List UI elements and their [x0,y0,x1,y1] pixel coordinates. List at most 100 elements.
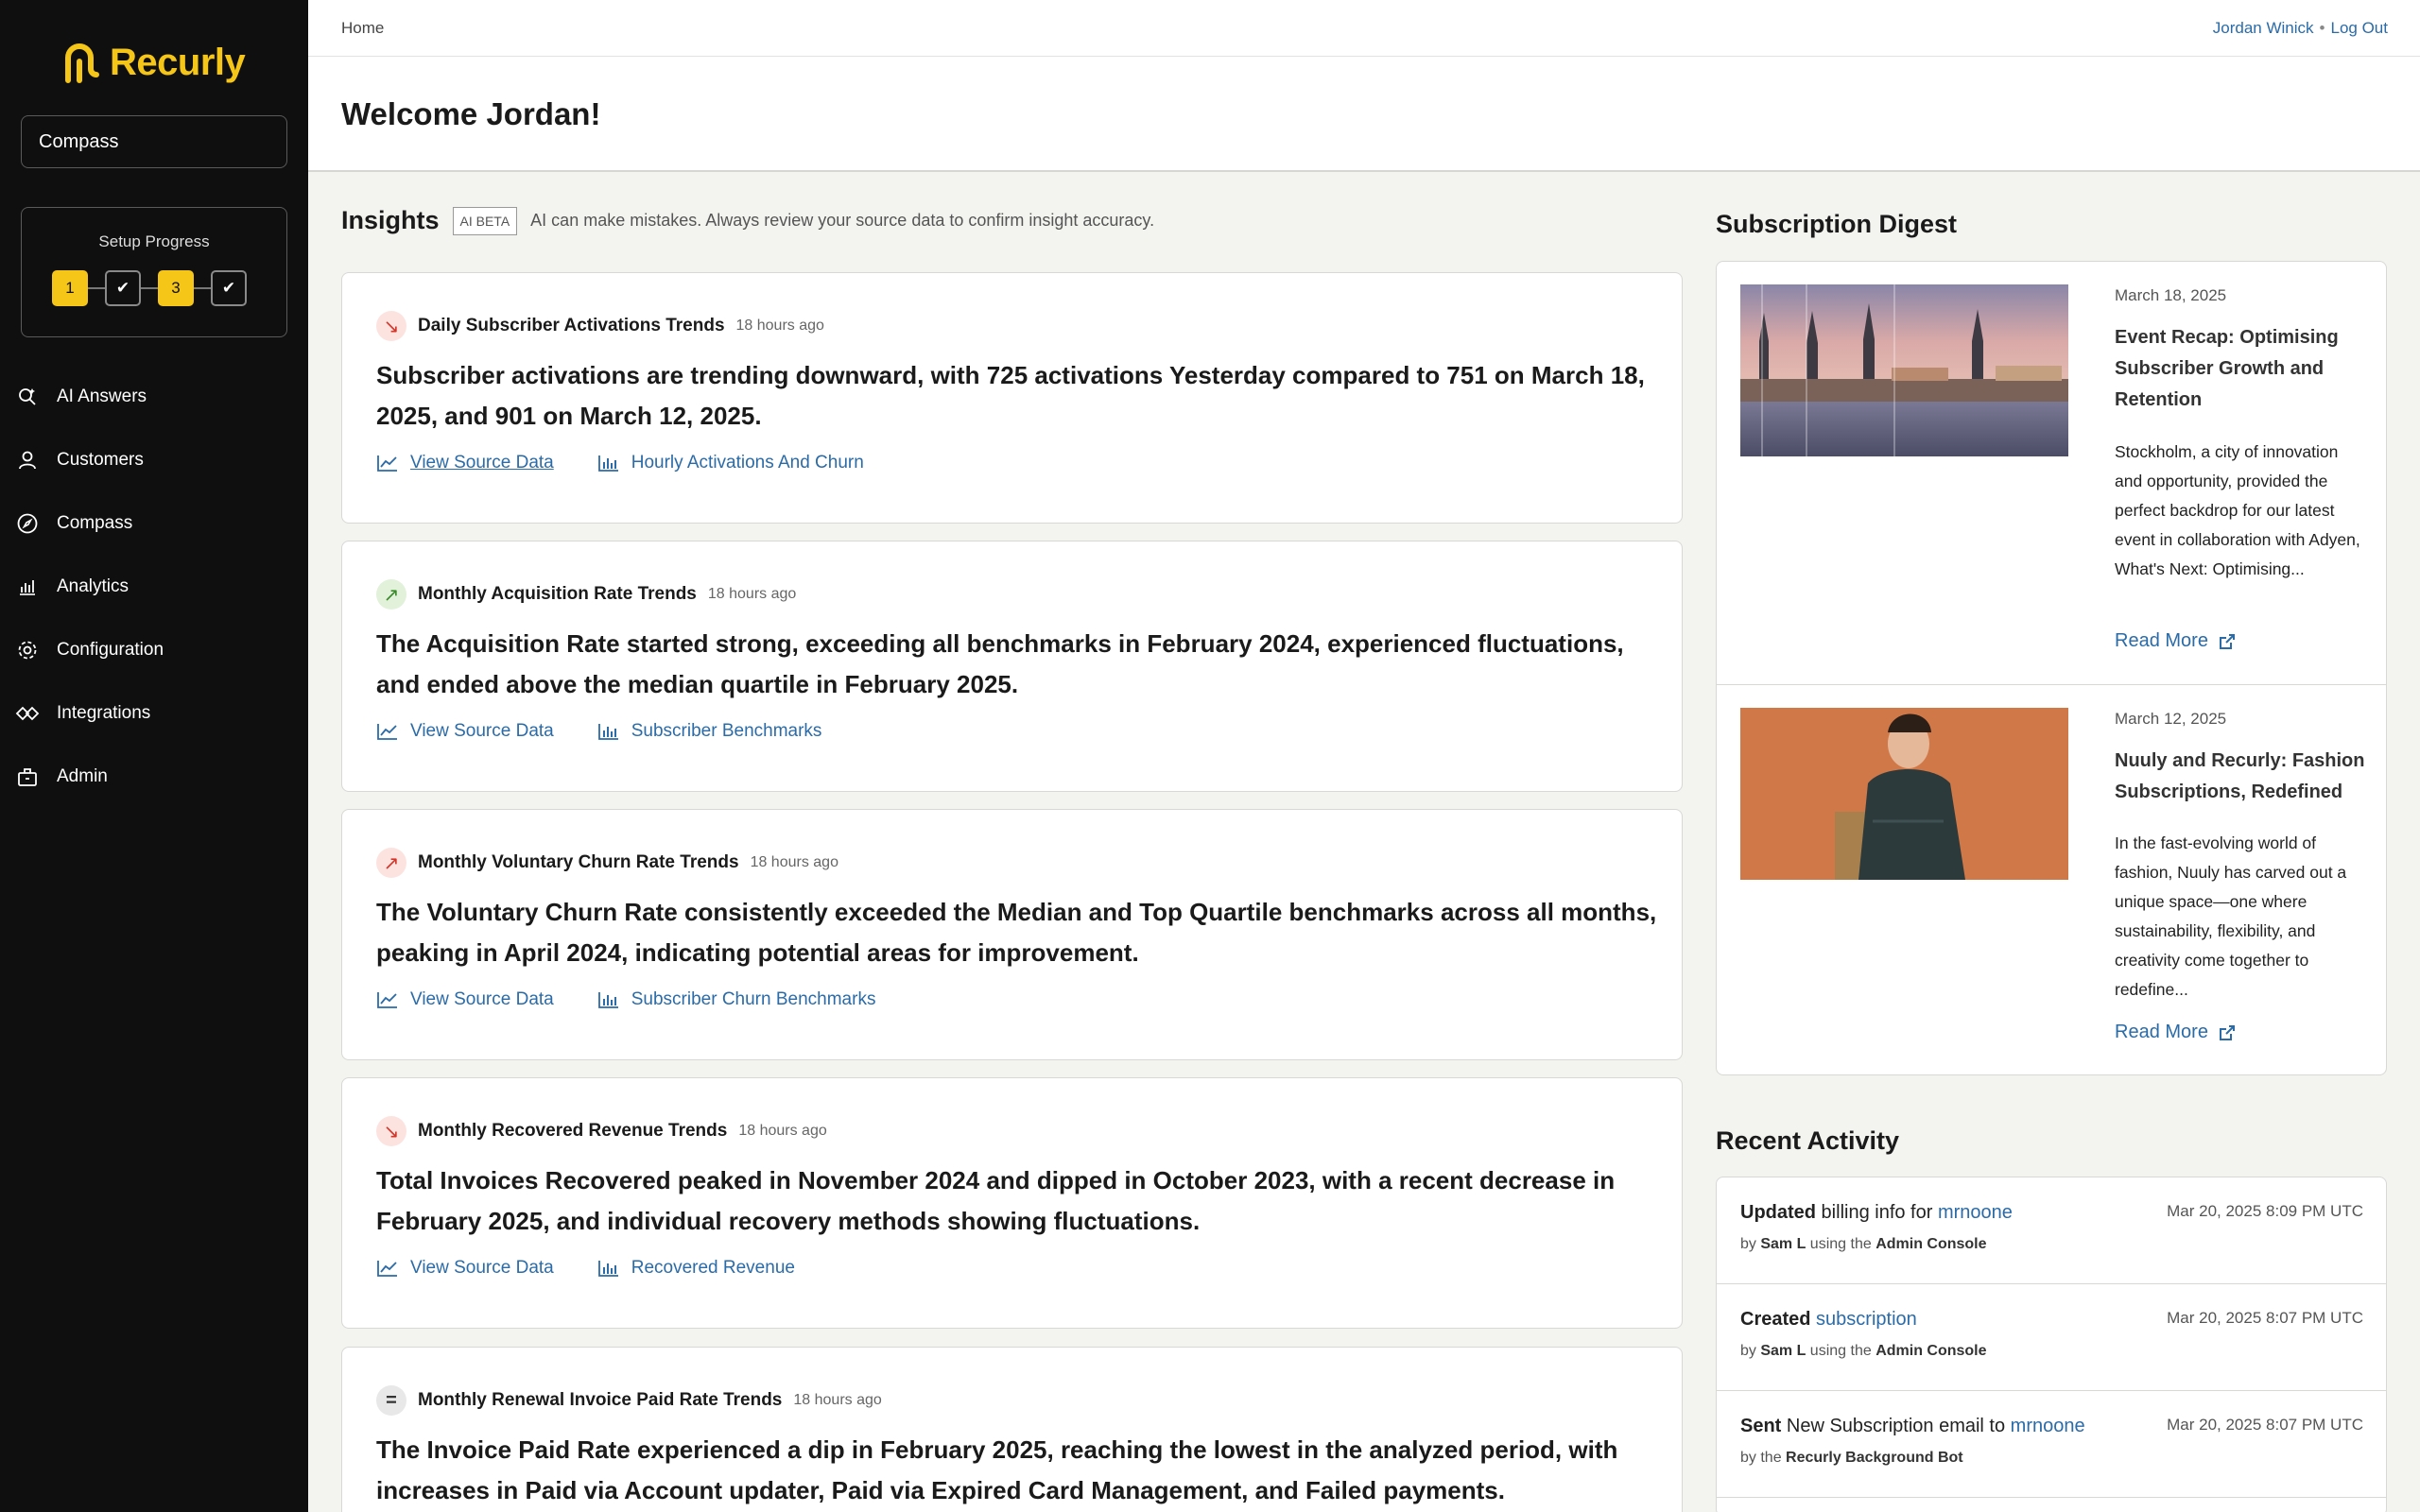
insight-card-summary: The Voluntary Churn Rate consistently ex… [376,898,1657,967]
report-link[interactable]: Recovered Revenue [597,1258,795,1279]
activity-row: Created subscription by Sam L using the … [1717,1284,2386,1391]
activity-target-link[interactable]: mrnoone [2011,1416,2085,1436]
step-connector [141,287,158,289]
line-chart-icon [377,1261,397,1277]
insight-card-summary: The Invoice Paid Rate experienced a dip … [376,1435,1618,1504]
line-chart-icon [377,455,397,472]
digest-divider [1717,684,2386,685]
read-more-link[interactable]: Read More [2115,630,2237,652]
insight-card-time: 18 hours ago [738,1123,827,1139]
setup-step-1[interactable]: 1 [52,270,88,306]
actor-tool: Admin Console [1876,1343,1987,1359]
insight-card-links: View Source Data Subscriber Churn Benchm… [376,989,875,1010]
article-date: March 12, 2025 [2115,710,2227,728]
top-bar: Home Jordan Winick • Log Out [308,0,2420,57]
link-label: View Source Data [410,453,554,472]
trend-up-arrow-icon: ↗ [376,579,406,610]
sidebar-item-label: Compass [57,512,133,533]
bar-chart-icon [597,992,618,1008]
bar-chart-icon [597,1261,618,1277]
activity-timestamp: Mar 20, 2025 8:07 PM UTC [2167,1416,2363,1434]
setup-step-4-check-icon[interactable]: ✔ [211,270,247,306]
sidebar-item-configuration[interactable]: Configuration [0,618,308,681]
insights-header: Insights AI BETA AI can make mistakes. A… [341,206,1154,235]
sidebar-item-ai-answers[interactable]: AI Answers [0,365,308,428]
welcome-header: Welcome Jordan! [308,57,2420,172]
insight-card-header: = Monthly Renewal Invoice Paid Rate Tren… [376,1385,882,1416]
trend-down-arrow-icon: ↘ [376,311,406,341]
sidebar: Recurly Compass Setup Progress 1 ✔ 3 ✔ A… [0,0,308,1512]
activity-actor: by the Recurly Background Bot [1740,1450,1963,1466]
view-source-data-link[interactable]: View Source Data [376,1258,554,1279]
person-icon [15,448,40,472]
activity-target-link[interactable]: mrnoone [1938,1202,2013,1223]
view-source-data-link[interactable]: View Source Data [376,989,554,1010]
sidebar-item-analytics[interactable]: Analytics [0,555,308,618]
breadcrumb[interactable]: Home [341,19,384,38]
step-connector [194,287,211,289]
sidebar-item-label: Configuration [57,639,164,660]
view-source-data-link[interactable]: View Source Data [376,453,554,473]
trend-up-arrow-icon: ↗ [376,848,406,878]
insight-card-time: 18 hours ago [735,318,824,334]
sidebar-item-integrations[interactable]: Integrations [0,681,308,745]
article-title[interactable]: Event Recap: Optimising Subscriber Growt… [2115,322,2370,416]
logout-link[interactable]: Log Out [2331,19,2389,37]
view-source-data-link[interactable]: View Source Data [376,721,554,742]
link-label: View Source Data [410,1258,554,1278]
report-link[interactable]: Subscriber Churn Benchmarks [597,989,876,1010]
activity-text: billing info for [1816,1202,1938,1223]
article-excerpt: In the fast-evolving world of fashion, N… [2115,833,2347,999]
insights-title: Insights [341,206,440,234]
insight-card-time: 18 hours ago [707,586,797,602]
insight-card: ↗ Monthly Voluntary Churn Rate Trends 18… [341,809,1683,1060]
sidebar-item-admin[interactable]: Admin [0,745,308,808]
user-links: Jordan Winick • Log Out [2213,19,2388,38]
read-more-link[interactable]: Read More [2115,1022,2237,1043]
sidebar-item-customers[interactable]: Customers [0,428,308,491]
bar-chart-icon [597,455,618,472]
external-link-icon [2219,1024,2235,1040]
setup-step-2-check-icon[interactable]: ✔ [105,270,141,306]
line-chart-icon [377,724,397,740]
sidebar-item-label: AI Answers [57,386,147,406]
actor-name: Recurly Background Bot [1786,1450,1963,1466]
insight-card-summary: Subscriber activations are trending down… [376,361,1645,430]
activity-row: Sent New Subscription email to mrnoone b… [1717,1391,2386,1498]
nuuly-article-image[interactable] [1740,708,2068,880]
insight-card-header: ↘ Monthly Recovered Revenue Trends 18 ho… [376,1116,827,1146]
app-selector[interactable]: Compass [21,115,287,168]
sidebar-item-compass[interactable]: Compass [0,491,308,555]
insight-card: ↘ Daily Subscriber Activations Trends 18… [341,272,1683,524]
report-link[interactable]: Hourly Activations And Churn [597,453,864,473]
insight-card-time: 18 hours ago [750,854,838,870]
activity-row: Updated billing info for mrnoone by Sam … [1717,1177,2386,1284]
user-name-link[interactable]: Jordan Winick [2213,19,2314,37]
report-link[interactable]: Subscriber Benchmarks [597,721,821,742]
setup-progress[interactable]: Setup Progress 1 ✔ 3 ✔ [21,207,287,337]
insight-card-title: Monthly Acquisition Rate Trends [418,584,697,604]
ai-search-icon [15,385,40,409]
recurly-logo[interactable]: Recurly [60,42,246,84]
sidebar-nav: AI Answers Customers Compass Analytics C… [0,365,308,808]
activity-target-link[interactable]: subscription [1816,1309,1917,1330]
external-link-icon [2219,633,2235,649]
activity-description: Created subscription [1740,1309,1917,1331]
stockholm-article-image[interactable] [1740,284,2068,456]
link-label: View Source Data [410,721,554,741]
activity-text: New Subscription email to [1781,1416,2011,1436]
subscription-digest: March 18, 2025 Event Recap: Optimising S… [1716,261,2387,1075]
setup-step-3[interactable]: 3 [158,270,194,306]
article-title[interactable]: Nuuly and Recurly: Fashion Subscriptions… [2115,746,2370,808]
insight-card-summary: The Acquisition Rate started strong, exc… [376,629,1624,698]
insight-card-time: 18 hours ago [793,1392,882,1408]
activity-verb: Sent [1740,1416,1782,1436]
activity-description: Sent New Subscription email to mrnoone [1740,1416,2085,1437]
bar-chart-icon [597,724,618,740]
sidebar-item-label: Analytics [57,576,130,596]
insight-card-header: ↗ Monthly Voluntary Churn Rate Trends 18… [376,848,838,878]
read-more-label: Read More [2115,1022,2208,1042]
insight-card-header: ↘ Daily Subscriber Activations Trends 18… [376,311,824,341]
link-label: Subscriber Churn Benchmarks [631,989,876,1009]
actor-name: Sam L [1760,1343,1806,1359]
